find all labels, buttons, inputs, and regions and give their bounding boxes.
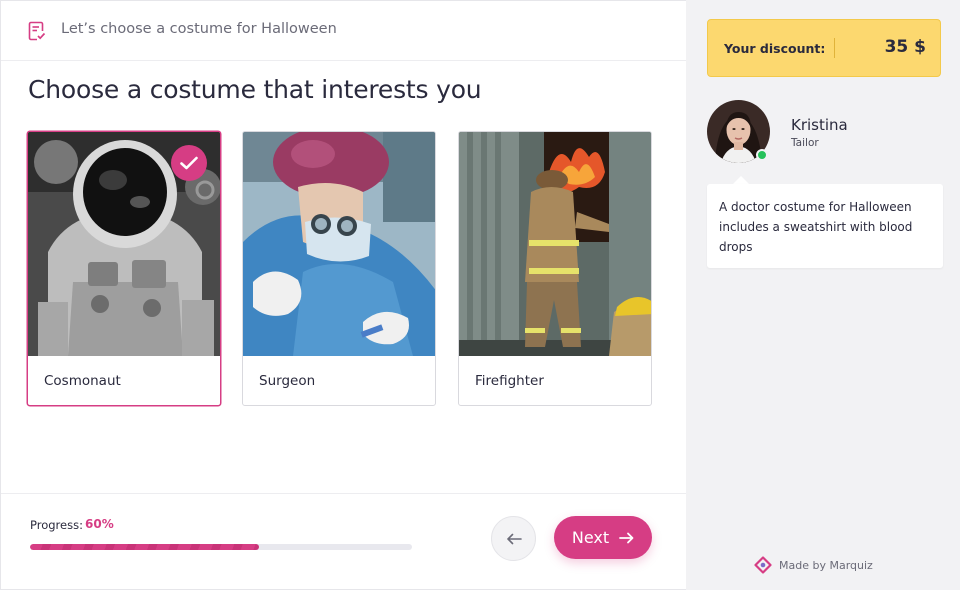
- sidebar: Your discount: 35 $ Kristina Tailor A do…: [686, 0, 960, 590]
- marquiz-logo-icon: [754, 556, 772, 574]
- option-label: Cosmonaut: [44, 373, 121, 389]
- made-by-text: Made by Marquiz: [779, 558, 873, 572]
- quiz-footer: Progress: 60% Next: [1, 493, 686, 590]
- discount-label: Your discount:: [724, 41, 826, 56]
- option-card-surgeon[interactable]: Surgeon: [242, 131, 436, 406]
- firefighter-image: [459, 132, 651, 356]
- question-heading: Choose a costume that interests you: [28, 75, 482, 104]
- agent-name: Kristina: [791, 116, 848, 134]
- arrow-right-icon: [619, 532, 634, 543]
- discount-box: Your discount: 35 $: [707, 19, 941, 77]
- option-label: Surgeon: [259, 373, 316, 389]
- discount-value: 35 $: [884, 37, 926, 57]
- progress-label: Progress:: [30, 518, 83, 532]
- progress-value: 60%: [85, 517, 114, 531]
- made-by-link[interactable]: Made by Marquiz: [754, 556, 873, 574]
- quiz-header: Let’s choose a costume for Halloween: [1, 1, 686, 61]
- progress-fill: [30, 544, 260, 550]
- online-status-dot: [756, 149, 768, 161]
- next-button[interactable]: Next: [554, 516, 652, 559]
- progress-bar: [30, 544, 412, 550]
- option-card-firefighter[interactable]: Firefighter: [458, 131, 652, 406]
- agent-message: A doctor costume for Halloween includes …: [719, 200, 913, 254]
- quiz-title: Let’s choose a costume for Halloween: [61, 21, 337, 37]
- agent-role: Tailor: [791, 137, 819, 149]
- message-bubble: A doctor costume for Halloween includes …: [707, 184, 943, 268]
- surgeon-image: [243, 132, 435, 356]
- option-label: Firefighter: [475, 373, 544, 389]
- option-card-cosmonaut[interactable]: Cosmonaut: [27, 131, 221, 406]
- checklist-icon: [28, 21, 46, 41]
- back-button[interactable]: [491, 516, 536, 561]
- discount-divider: [834, 38, 835, 58]
- quiz-panel: Let’s choose a costume for Halloween Cho…: [0, 0, 686, 590]
- next-button-label: Next: [571, 528, 610, 547]
- selected-check-icon: [171, 145, 207, 181]
- arrow-left-icon: [506, 533, 522, 544]
